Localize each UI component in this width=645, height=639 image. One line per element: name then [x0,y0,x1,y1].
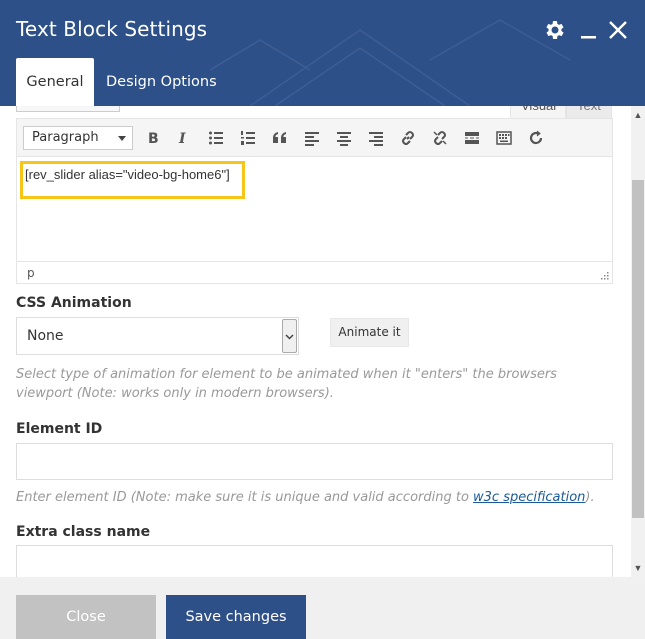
tab-general[interactable]: General [16,58,94,106]
chevron-down-icon [118,136,126,141]
css-animation-select[interactable]: None [16,317,299,355]
blockquote-icon[interactable] [269,127,291,149]
w3c-spec-link[interactable]: w3c specification [473,490,585,505]
italic-icon[interactable]: I [172,127,194,149]
settings-modal: Text Block Settings General Design Optio… [0,0,645,639]
extra-class-label: Extra class name [16,524,151,540]
shortcode-text: [rev_slider alias="video-bg-home6"] [25,167,230,182]
svg-text:B: B [148,131,159,146]
unlink-icon[interactable] [429,127,451,149]
editor-toolbar: Paragraph B I [17,119,612,157]
modal-header: Text Block Settings General Design Optio… [0,0,645,106]
tab-design-options[interactable]: Design Options [94,58,229,106]
modal-title: Text Block Settings [16,17,208,41]
bullet-list-icon[interactable] [205,127,227,149]
editor-content-area[interactable]: [rev_slider alias="video-bg-home6"] [17,157,612,261]
format-select[interactable]: Paragraph [23,126,133,150]
modal-content: Visual Text Paragraph B I [0,106,631,577]
bold-icon[interactable]: B [142,127,164,149]
chevron-down-icon [282,319,297,353]
read-more-icon[interactable] [461,127,483,149]
css-animation-value: None [27,328,64,344]
extra-class-input[interactable] [16,545,613,577]
scrollbar-thumb[interactable] [632,180,644,518]
scroll-down-icon[interactable]: ▼ [633,561,643,575]
modal-footer: Close Save changes [0,577,645,639]
editor-tab-text[interactable]: Text [566,106,612,118]
element-id-help: Enter element ID (Note: make sure it is … [16,488,606,507]
editor-statusbar: p [17,261,612,283]
css-animation-help: Select type of animation for element to … [16,367,557,401]
svg-text:I: I [178,131,186,146]
save-changes-button[interactable]: Save changes [166,595,306,639]
align-left-icon[interactable] [301,127,323,149]
element-id-help-text: Enter element ID (Note: make sure it is … [16,490,474,505]
element-id-label: Element ID [16,421,103,437]
text-editor: Paragraph B I [rev_slider alias="video-b… [16,118,613,284]
add-media-button[interactable] [16,106,120,112]
css-animation-label: CSS Animation [16,295,132,311]
element-path[interactable]: p [27,266,35,280]
resize-handle-icon[interactable] [600,271,609,280]
format-select-value: Paragraph [32,130,99,145]
scrollbar[interactable]: ▲ ▼ [631,106,645,577]
align-right-icon[interactable] [365,127,387,149]
editor-tab-visual[interactable]: Visual [510,106,566,118]
close-button[interactable]: Close [16,595,156,639]
scroll-up-icon[interactable]: ▲ [633,108,643,122]
link-icon[interactable] [397,127,419,149]
minimize-icon[interactable] [577,18,601,42]
element-id-input[interactable] [16,443,613,480]
align-center-icon[interactable] [333,127,355,149]
refresh-icon[interactable] [525,127,547,149]
element-id-help-end: ). [585,490,595,505]
animate-it-button[interactable]: Animate it [330,318,409,347]
close-icon[interactable] [606,18,630,42]
gear-icon[interactable] [543,18,567,42]
numbered-list-icon[interactable] [237,127,259,149]
toolbar-toggle-icon[interactable] [493,127,515,149]
